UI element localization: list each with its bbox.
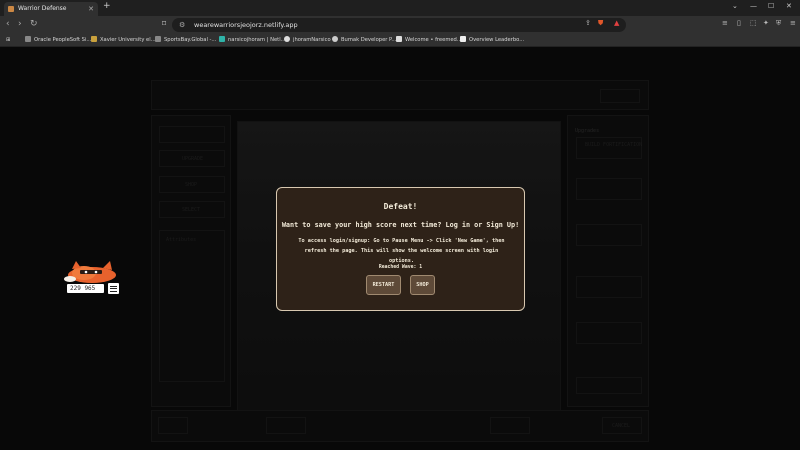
bookmark-item[interactable]: jhoramNarsico (284, 36, 331, 45)
tab-search-icon[interactable]: ⌄ (732, 2, 738, 10)
apps-icon[interactable]: ⊞ (6, 36, 10, 45)
vpn-icon[interactable]: ⛨ (776, 19, 781, 28)
bookmark-item[interactable]: Xavier University el... (91, 36, 156, 45)
menu-lines-icon[interactable]: ≡ (722, 19, 728, 27)
cat-icon (64, 261, 116, 283)
maximize-icon[interactable]: ☐ (768, 2, 774, 10)
new-tab-icon[interactable]: + (103, 1, 111, 11)
score-counter: 229 965 (67, 284, 104, 293)
reload-icon[interactable]: ↻ (30, 19, 38, 29)
hamburger-icon[interactable] (108, 283, 119, 294)
url-text: wearewarriorsjeojorz.netlify.app (194, 21, 298, 29)
leo-icon[interactable]: ✦ (763, 19, 769, 27)
cat-icon[interactable] (62, 260, 122, 284)
play-icon (396, 36, 402, 42)
address-bar[interactable]: ⚙ wearewarriorsjeojorz.netlify.app (172, 18, 626, 32)
bookmark-item[interactable]: Welcome • freemed... (396, 36, 462, 45)
bookmark-favicon-icon (25, 36, 31, 42)
bookmark-favicon-icon (155, 36, 161, 42)
bookmark-item[interactable]: Overview Leaderbo... (460, 36, 524, 45)
browser-tab[interactable]: Warrior Defense ✕ (4, 2, 98, 16)
bookmark-item[interactable]: Oracle PeopleSoft Si... (25, 36, 91, 45)
reached-wave-text: Reached Wave: 1 (378, 265, 423, 270)
defeat-modal: Defeat! Want to save your high score nex… (276, 187, 525, 311)
bookmark-item[interactable]: SportsBay.Global -... (155, 36, 216, 45)
close-window-icon[interactable]: ✕ (786, 2, 792, 10)
forward-icon[interactable]: › (18, 19, 22, 29)
site-settings-icon[interactable]: ⚙ (179, 18, 185, 32)
bookmarks-bar: ⊞ Oracle PeopleSoft Si... Xavier Univers… (0, 34, 800, 47)
bookmark-favicon-icon (460, 36, 466, 42)
modal-info-text: To access login/signup: Go to Pause Menu… (298, 238, 505, 264)
restart-button[interactable]: RESTART (366, 275, 401, 295)
modal-subtitle: Want to save your high score next time? … (281, 221, 520, 229)
sidebar-icon[interactable]: ▯ (737, 19, 741, 27)
tab-bar: Warrior Defense ✕ + ⌄ — ☐ ✕ (0, 0, 800, 16)
minimize-icon[interactable]: — (750, 2, 757, 10)
github-icon (284, 36, 290, 42)
bookmark-icon[interactable]: ⌑ (162, 19, 166, 28)
tab-favicon-icon (8, 6, 14, 12)
tab-title: Warrior Defense (18, 5, 67, 12)
brave-rewards-icon[interactable]: ▲ (614, 19, 619, 27)
extensions-icon[interactable]: ⬚ (750, 19, 757, 27)
share-icon[interactable]: ⇪ (585, 19, 591, 27)
main-menu-icon[interactable]: ≡ (790, 19, 796, 27)
back-icon[interactable]: ‹ (6, 19, 10, 29)
brave-shield-icon[interactable]: ⛊ (598, 19, 603, 28)
modal-title: Defeat! (383, 202, 418, 211)
bookmark-favicon-icon (219, 36, 225, 42)
bookmark-favicon-icon (332, 36, 338, 42)
bookmark-favicon-icon (91, 36, 97, 42)
bookmark-item[interactable]: narsicojhoram | Netl... (219, 36, 286, 45)
close-tab-icon[interactable]: ✕ (88, 2, 94, 16)
shop-button[interactable]: SHOP (410, 275, 435, 295)
toolbar: ‹ › ↻ ⌑ ⚙ wearewarriorsjeojorz.netlify.a… (0, 16, 800, 34)
bookmark-item[interactable]: Bumak Developer P... (332, 36, 396, 45)
